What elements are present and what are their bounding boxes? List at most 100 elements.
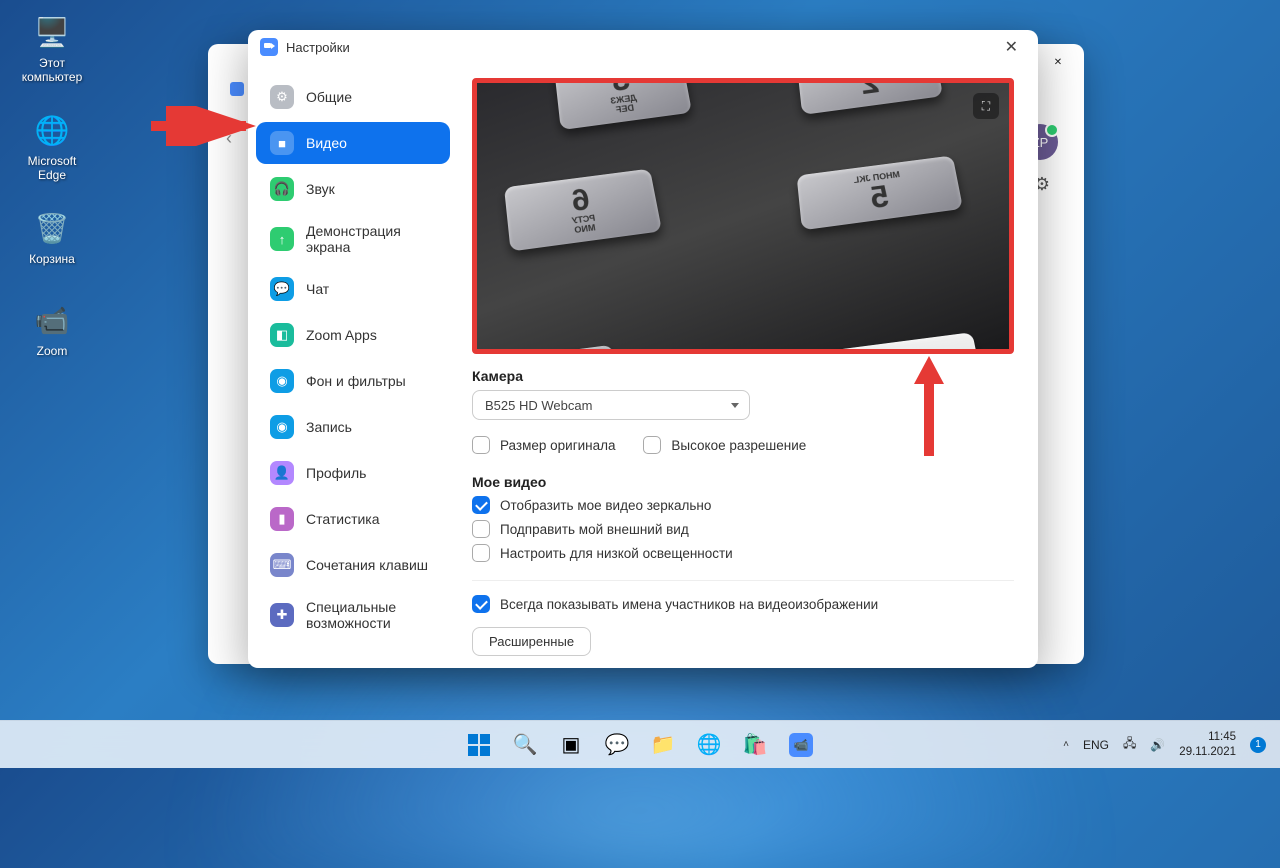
sidebar-item-6[interactable]: ◉ Фон и фильтры xyxy=(256,360,450,402)
sidebar-item-icon: ⚙ xyxy=(270,85,294,109)
desktop-icon-label: Корзина xyxy=(14,252,90,266)
sidebar-item-icon: ◉ xyxy=(270,415,294,439)
high-res-row: Высокое разрешение xyxy=(643,436,806,454)
chat-icon[interactable]: 💬 xyxy=(597,725,637,765)
desktop-icon-glyph: 📹 xyxy=(32,300,72,340)
desktop-icon-label: MicrosoftEdge xyxy=(14,154,90,183)
touch-up-label: Подправить мой внешний вид xyxy=(500,522,689,537)
touch-up-checkbox[interactable] xyxy=(472,520,490,538)
original-size-row: Размер оригинала xyxy=(472,436,616,454)
camera-select-value: B525 HD Webcam xyxy=(485,398,592,413)
explorer-icon[interactable]: 📁 xyxy=(643,725,683,765)
desktop-icon-1[interactable]: 🌐 MicrosoftEdge xyxy=(14,110,90,183)
clock-date: 29.11.2021 xyxy=(1179,745,1236,759)
sidebar-item-icon: 💬 xyxy=(270,277,294,301)
sidebar-item-label: Общие xyxy=(306,89,352,105)
clock-time: 11:45 xyxy=(1179,730,1236,744)
taskbar-tray: ˄ ENG 🖧 🔊 11:45 29.11.2021 1 xyxy=(1063,730,1280,759)
desktop-icon-glyph: 🗑️ xyxy=(32,208,72,248)
taskbar-center: 🔍 ▣ 💬 📁 🌐 🛍️ 📹 xyxy=(459,725,821,765)
camera-preview: 3ДЕЖЗDEF АБВГ ABC2 6РСТУMNO МНОП JKL5 9 … xyxy=(472,78,1014,354)
store-icon[interactable]: 🛍️ xyxy=(735,725,775,765)
show-names-label: Всегда показывать имена участников на ви… xyxy=(500,597,878,612)
settings-title: Настройки xyxy=(286,40,350,55)
high-res-checkbox[interactable] xyxy=(643,436,661,454)
sidebar-item-8[interactable]: 👤 Профиль xyxy=(256,452,450,494)
sidebar-item-icon: ◉ xyxy=(270,369,294,393)
task-view-icon[interactable]: ▣ xyxy=(551,725,591,765)
low-light-row: Настроить для низкой освещенности xyxy=(472,544,1014,562)
show-names-checkbox[interactable] xyxy=(472,595,490,613)
sidebar-item-4[interactable]: 💬 Чат xyxy=(256,268,450,310)
high-res-label: Высокое разрешение xyxy=(671,438,806,453)
sidebar-item-icon: ✚ xyxy=(270,603,294,627)
sidebar-item-label: Видео xyxy=(306,135,347,151)
low-light-label: Настроить для низкой освещенности xyxy=(500,546,733,561)
desktop-icon-2[interactable]: 🗑️ Корзина xyxy=(14,208,90,266)
sidebar-item-label: Статистика xyxy=(306,511,380,527)
mirror-row: Отобразить мое видео зеркально xyxy=(472,496,1014,514)
volume-icon[interactable]: 🔊 xyxy=(1150,738,1165,752)
close-icon[interactable]: ✕ xyxy=(997,33,1026,61)
desktop-icon-glyph: 🖥️ xyxy=(32,12,72,52)
sidebar-item-label: Zoom Apps xyxy=(306,327,377,343)
annotation-arrow-right xyxy=(146,106,266,146)
sidebar-item-label: Звук xyxy=(306,181,335,197)
sidebar-item-label: Запись xyxy=(306,419,352,435)
low-light-checkbox[interactable] xyxy=(472,544,490,562)
sidebar-item-label: Чат xyxy=(306,281,329,297)
sidebar-item-icon: ◧ xyxy=(270,323,294,347)
mirror-checkbox[interactable] xyxy=(472,496,490,514)
search-icon[interactable]: 🔍 xyxy=(505,725,545,765)
sidebar-item-icon: ⌨ xyxy=(270,553,294,577)
sidebar-item-3[interactable]: ↑ Демонстрация экрана xyxy=(256,214,450,264)
sidebar-item-label: Специальныевозможности xyxy=(306,599,396,631)
original-size-checkbox[interactable] xyxy=(472,436,490,454)
close-button[interactable]: ✕ xyxy=(1040,48,1076,76)
settings-window: Настройки ✕ ⚙ Общие ■ Видео 🎧 Звук ↑ Демонстрац… xyxy=(248,30,1038,668)
desktop-icon-glyph: 🌐 xyxy=(32,110,72,150)
original-size-label: Размер оригинала xyxy=(500,438,616,453)
desktop-icon-label: Этоткомпьютер xyxy=(14,56,90,85)
desktop-icon-3[interactable]: 📹 Zoom xyxy=(14,300,90,358)
sidebar-item-icon: ■ xyxy=(270,131,294,155)
sidebar-item-5[interactable]: ◧ Zoom Apps xyxy=(256,314,450,356)
clock[interactable]: 11:45 29.11.2021 xyxy=(1179,730,1236,759)
desktop-icon-label: Zoom xyxy=(14,344,90,358)
network-icon[interactable]: 🖧 xyxy=(1123,734,1136,755)
show-names-row: Всегда показывать имена участников на ви… xyxy=(472,595,1014,613)
edge-icon[interactable]: 🌐 xyxy=(689,725,729,765)
language-indicator[interactable]: ENG xyxy=(1083,738,1109,752)
sidebar-item-10[interactable]: ⌨ Сочетания клавиш xyxy=(256,544,450,586)
sidebar-item-label: Сочетания клавиш xyxy=(306,557,428,573)
camera-select[interactable]: B525 HD Webcam xyxy=(472,390,750,420)
sidebar-item-11[interactable]: ✚ Специальныевозможности xyxy=(256,590,450,640)
sidebar-item-icon: ↑ xyxy=(270,227,294,251)
sidebar-item-label: Демонстрация экрана xyxy=(306,223,436,255)
sidebar-item-1[interactable]: ■ Видео xyxy=(256,122,450,164)
advanced-button[interactable]: Расширенные xyxy=(472,627,591,656)
start-button[interactable] xyxy=(459,725,499,765)
sidebar-item-9[interactable]: ▮ Статистика xyxy=(256,498,450,540)
desktop-icon-0[interactable]: 🖥️ Этоткомпьютер xyxy=(14,12,90,85)
zoom-taskbar-icon[interactable]: 📹 xyxy=(781,725,821,765)
sidebar-item-2[interactable]: 🎧 Звук xyxy=(256,168,450,210)
settings-titlebar: Настройки ✕ xyxy=(248,30,1038,64)
sidebar-item-icon: ▮ xyxy=(270,507,294,531)
touch-up-row: Подправить мой внешний вид xyxy=(472,520,1014,538)
annotation-arrow-up xyxy=(904,356,954,466)
sidebar-item-7[interactable]: ◉ Запись xyxy=(256,406,450,448)
sidebar-item-icon: 🎧 xyxy=(270,177,294,201)
settings-sidebar: ⚙ Общие ■ Видео 🎧 Звук ↑ Демонстрация экрана 💬 Ча… xyxy=(248,64,458,668)
divider xyxy=(472,580,1014,581)
zoom-icon xyxy=(260,38,278,56)
sidebar-item-icon: 👤 xyxy=(270,461,294,485)
tray-chevron-icon[interactable]: ˄ xyxy=(1063,739,1069,750)
sidebar-item-label: Профиль xyxy=(306,465,366,481)
expand-preview-icon[interactable]: ⛶ xyxy=(973,93,999,119)
sidebar-item-label: Фон и фильтры xyxy=(306,373,406,389)
mirror-label: Отобразить мое видео зеркально xyxy=(500,498,711,513)
taskbar: 🔍 ▣ 💬 📁 🌐 🛍️ 📹 ˄ ENG 🖧 🔊 11:45 29.11.202… xyxy=(0,720,1280,768)
sidebar-item-0[interactable]: ⚙ Общие xyxy=(256,76,450,118)
notification-badge[interactable]: 1 xyxy=(1250,737,1266,753)
